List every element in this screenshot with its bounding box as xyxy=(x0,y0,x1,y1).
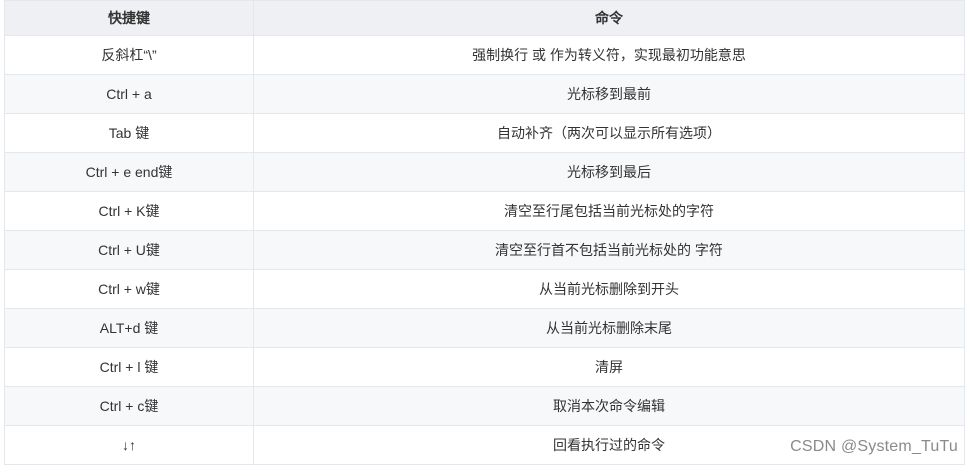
shortcut-cell: Ctrl + e end键 xyxy=(4,152,254,192)
table-row: Ctrl + K键 清空至行尾包括当前光标处的字符 xyxy=(4,191,965,231)
command-cell: 光标移到最前 xyxy=(253,74,965,114)
command-cell: 强制换行 或 作为转义符，实现最初功能意思 xyxy=(253,35,965,75)
shortcut-cell: ↓↑ xyxy=(4,425,254,465)
table-row: Ctrl + e end键 光标移到最后 xyxy=(4,152,965,192)
table-row: Ctrl + l 键 清屏 xyxy=(4,347,965,387)
command-cell: 清空至行尾包括当前光标处的字符 xyxy=(253,191,965,231)
shortcut-cell: ALT+d 键 xyxy=(4,308,254,348)
shortcut-cell: Ctrl + c键 xyxy=(4,386,254,426)
header-command: 命令 xyxy=(253,0,965,36)
table-row: Tab 键 自动补齐（两次可以显示所有选项） xyxy=(4,113,965,153)
shortcut-cell: Ctrl + w键 xyxy=(4,269,254,309)
table-header-row: 快捷键 命令 xyxy=(4,0,965,36)
shortcut-table: 快捷键 命令 反斜杠“\” 强制换行 或 作为转义符，实现最初功能意思 Ctrl… xyxy=(4,0,965,465)
command-cell: 自动补齐（两次可以显示所有选项） xyxy=(253,113,965,153)
shortcut-cell: Ctrl + l 键 xyxy=(4,347,254,387)
command-cell: 取消本次命令编辑 xyxy=(253,386,965,426)
shortcut-cell: 反斜杠“\” xyxy=(4,35,254,75)
shortcut-cell: Ctrl + a xyxy=(4,74,254,114)
command-cell: 清空至行首不包括当前光标处的 字符 xyxy=(253,230,965,270)
table-row: ALT+d 键 从当前光标删除末尾 xyxy=(4,308,965,348)
table-row: Ctrl + a 光标移到最前 xyxy=(4,74,965,114)
header-shortcut: 快捷键 xyxy=(4,0,254,36)
command-cell: 光标移到最后 xyxy=(253,152,965,192)
command-cell: 从当前光标删除末尾 xyxy=(253,308,965,348)
table-row: Ctrl + w键 从当前光标删除到开头 xyxy=(4,269,965,309)
shortcut-cell: Tab 键 xyxy=(4,113,254,153)
table-row: 反斜杠“\” 强制换行 或 作为转义符，实现最初功能意思 xyxy=(4,35,965,75)
command-cell: 从当前光标删除到开头 xyxy=(253,269,965,309)
table-row: Ctrl + U键 清空至行首不包括当前光标处的 字符 xyxy=(4,230,965,270)
table-row: Ctrl + c键 取消本次命令编辑 xyxy=(4,386,965,426)
shortcut-table-container: 快捷键 命令 反斜杠“\” 强制换行 或 作为转义符，实现最初功能意思 Ctrl… xyxy=(4,0,965,465)
command-cell: 清屏 xyxy=(253,347,965,387)
shortcut-cell: Ctrl + K键 xyxy=(4,191,254,231)
shortcut-cell: Ctrl + U键 xyxy=(4,230,254,270)
csdn-watermark: CSDN @System_TuTu xyxy=(790,438,958,455)
